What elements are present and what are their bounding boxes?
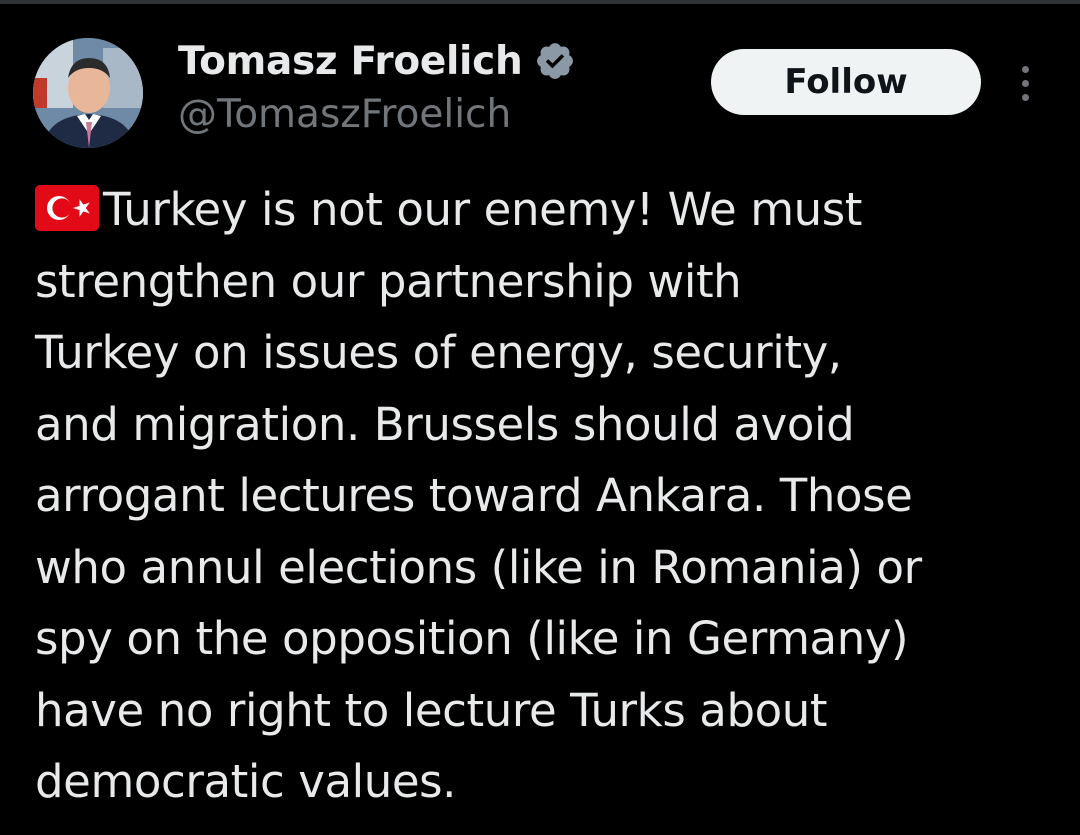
tweet-line: spy on the opposition (like in Germany): [35, 612, 909, 665]
tweet-line: democratic values.: [35, 755, 457, 808]
author-handle[interactable]: @TomaszFroelich: [178, 92, 511, 137]
author-name-row: Tomasz Froelich: [178, 36, 576, 86]
turkey-flag-icon: [35, 185, 99, 231]
tweet-line: arrogant lectures toward Ankara. Those: [35, 469, 913, 522]
tweet-line-text: Turkey is not our enemy! We must: [103, 183, 863, 236]
tweet-line: have no right to lecture Turks about: [35, 683, 828, 737]
avatar-image: [33, 38, 143, 148]
tweet-text: Turkey is not our enemy! We must strengt…: [35, 174, 1055, 818]
author-display-name[interactable]: Tomasz Froelich: [178, 39, 523, 84]
tweet-line: and migration. Brussels should avoid: [35, 397, 855, 451]
more-dot: [1021, 79, 1029, 87]
more-options-icon[interactable]: [1009, 60, 1041, 106]
tweet-line: Turkey is not our enemy! We must: [35, 174, 1055, 246]
follow-button[interactable]: Follow: [711, 49, 981, 115]
tweet-line: who annul elections (like in Romania) or: [35, 540, 922, 594]
tweet-line: Turkey on issues of energy, security,: [35, 326, 842, 379]
verified-badge-icon[interactable]: [534, 40, 576, 82]
more-dot: [1021, 93, 1029, 101]
more-dot: [1021, 65, 1029, 73]
tweet-line: strengthen our partnership with: [35, 254, 742, 308]
avatar[interactable]: [33, 38, 143, 148]
top-divider: [0, 0, 1080, 4]
